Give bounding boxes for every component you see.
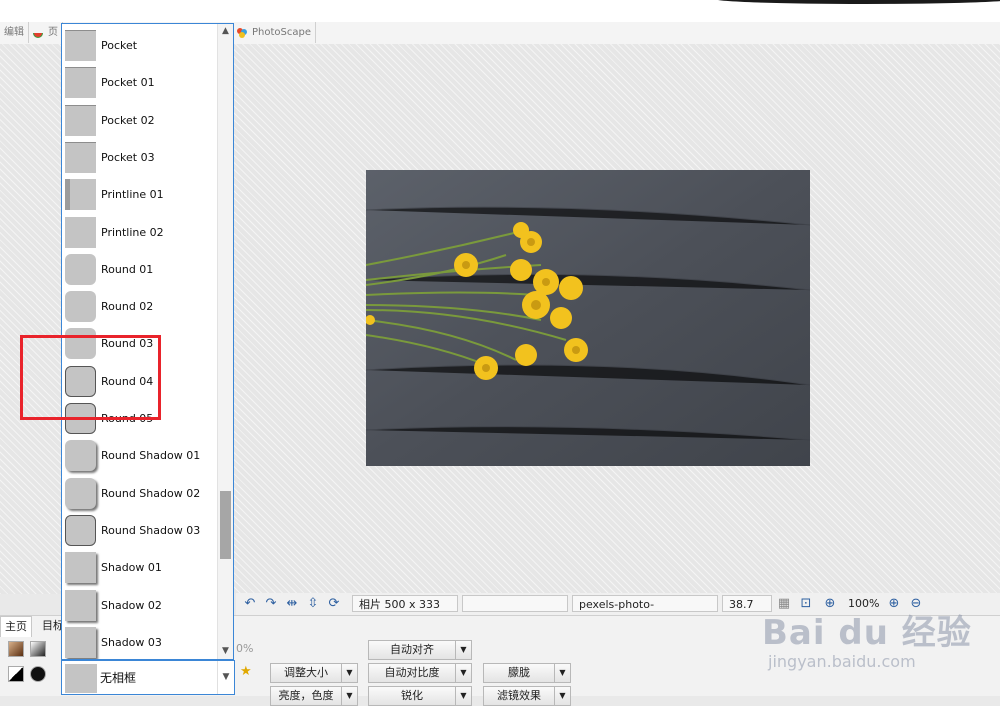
scrollbar[interactable]: ▲ ▼ [217, 24, 233, 659]
frame-thumbnail [65, 67, 96, 99]
highlight-box [20, 335, 161, 420]
haze-button[interactable]: 朦胧 ▼ [483, 663, 571, 683]
frame-list-item[interactable]: Printline 01 [62, 176, 218, 213]
frame-thumbnail [65, 141, 96, 173]
frame-thumbnail [65, 514, 96, 546]
top-bar [0, 0, 1000, 22]
frame-item-label: Round 02 [101, 300, 154, 314]
frame-item-label: Pocket 03 [101, 150, 155, 164]
flip-vertical-icon[interactable]: ⇳ [305, 596, 321, 612]
watermark-url: jingyan.baidu.com [768, 652, 916, 671]
frame-list-item[interactable]: Shadow 01 [62, 549, 218, 586]
frame-item-label: Shadow 02 [101, 598, 162, 612]
chevron-down-icon[interactable]: ▼ [217, 661, 234, 694]
chevron-down-icon[interactable]: ▼ [341, 687, 357, 705]
chevron-down-icon[interactable]: ▼ [455, 641, 471, 659]
rotate-right-icon[interactable]: ↷ [263, 596, 279, 612]
tab-photoscape[interactable]: PhotoScape [232, 22, 316, 43]
tab-photoscape-label: PhotoScape [252, 27, 311, 38]
auto-align-button[interactable]: 自动对齐 ▼ [368, 640, 472, 660]
chevron-down-icon[interactable]: ▼ [554, 664, 570, 682]
frame-item-label: Shadow 03 [101, 635, 162, 649]
contrast-tool-icon[interactable] [8, 666, 24, 682]
rotate-left-icon[interactable]: ↶ [242, 596, 258, 612]
frame-list-item[interactable]: Round 01 [62, 251, 218, 288]
frame-select[interactable]: 无相框 ▼ [61, 660, 235, 695]
frame-list-item[interactable]: Pocket 02 [62, 102, 218, 139]
tab-page[interactable]: 页 [28, 22, 63, 43]
frame-list-item[interactable]: Pocket 01 [62, 64, 218, 101]
sharpen-button[interactable]: 锐化 ▼ [368, 686, 472, 706]
decorative-swoosh [715, 0, 1000, 4]
frame-thumbnail [65, 477, 96, 509]
frame-item-label: Round 01 [101, 262, 154, 276]
frame-list-item[interactable]: Round 02 [62, 288, 218, 325]
frame-item-label: Pocket 02 [101, 113, 155, 127]
chevron-down-icon[interactable]: ▼ [554, 687, 570, 705]
tab-home[interactable]: 主页 [0, 616, 32, 637]
frame-thumbnail [65, 179, 96, 211]
flip-horizontal-icon[interactable]: ⇹ [284, 596, 300, 612]
frame-item-label: Round Shadow 02 [101, 486, 201, 500]
frame-thumbnail [65, 253, 96, 285]
frame-thumbnail [65, 664, 97, 693]
frame-item-label: Round Shadow 01 [101, 449, 201, 463]
refresh-icon[interactable]: ⟳ [326, 596, 342, 612]
frame-item-label: Shadow 01 [101, 561, 162, 575]
frame-item-label: Pocket [101, 39, 138, 52]
star-icon[interactable]: ★ [240, 664, 252, 679]
frame-list-item[interactable]: Round Shadow 02 [62, 475, 218, 512]
photoscape-icon [236, 26, 248, 38]
levels-tool-icon[interactable] [30, 666, 46, 682]
gradient-tool-icon[interactable] [30, 641, 46, 657]
frame-thumbnail [65, 589, 96, 621]
chevron-down-icon[interactable]: ▼ [455, 687, 471, 705]
percent-label: 0% [236, 642, 254, 655]
frame-thumbnail [65, 104, 96, 136]
watermelon-icon [32, 26, 44, 38]
chevron-down-icon[interactable]: ▼ [218, 644, 233, 659]
frame-list-item[interactable]: Round Shadow 03 [62, 512, 218, 549]
filter-button[interactable]: 滤镜效果 ▼ [483, 686, 571, 706]
frame-list-item[interactable]: Shadow 03 [62, 624, 218, 659]
chevron-down-icon[interactable]: ▼ [341, 664, 357, 682]
empty-status-field [462, 595, 568, 612]
frame-item-label: Printline 01 [101, 188, 164, 202]
watermark-brand: Bai du 经验 [762, 613, 972, 653]
frame-select-value: 无相框 [100, 671, 137, 685]
frame-item-label: Printline 02 [101, 225, 164, 239]
color-tool-icon[interactable] [8, 641, 24, 657]
frame-list-item[interactable]: Round Shadow 01 [62, 437, 218, 474]
resize-button[interactable]: 调整大小 ▼ [270, 663, 358, 683]
frame-thumbnail [65, 552, 96, 584]
tab-page-label: 页 [48, 27, 58, 38]
frame-thumbnail [65, 291, 96, 323]
photo-preview[interactable] [366, 170, 810, 466]
brightness-button[interactable]: 亮度，色度 ▼ [270, 686, 358, 706]
frame-thumbnail [65, 440, 96, 472]
frame-list-item[interactable]: Pocket [62, 27, 218, 64]
flower-photo-image [366, 170, 810, 466]
auto-contrast-button[interactable]: 自动对比度 ▼ [368, 663, 472, 683]
frame-thumbnail [65, 30, 96, 61]
frame-item-label: Pocket 01 [101, 76, 155, 90]
chevron-up-icon[interactable]: ▲ [218, 24, 233, 39]
file-name-field: pexels-photo-1039102.jpg [572, 595, 718, 628]
scrollbar-thumb[interactable] [220, 491, 231, 559]
photo-size-field: 相片 500 x 333 [352, 595, 458, 612]
tab-edit-label: 编辑 [4, 27, 24, 38]
frame-thumbnail [65, 626, 96, 658]
frame-list-item[interactable]: Printline 02 [62, 214, 218, 251]
frame-list-item[interactable]: Shadow 02 [62, 587, 218, 624]
frame-thumbnail [65, 216, 96, 248]
frame-item-label: Round Shadow 03 [101, 523, 201, 537]
frame-list-item[interactable]: Pocket 03 [62, 139, 218, 176]
tab-edit[interactable]: 编辑 [0, 22, 29, 43]
chevron-down-icon[interactable]: ▼ [455, 664, 471, 682]
